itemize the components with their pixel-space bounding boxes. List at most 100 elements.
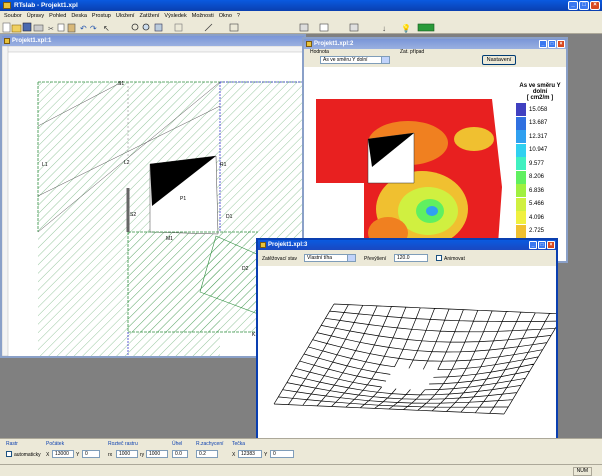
hodnota-select[interactable]: As ve směru Y dolní (320, 56, 390, 64)
open-folder-icon[interactable] (11, 24, 22, 33)
legend-item: 9.577 (516, 157, 547, 171)
redo-icon[interactable]: ↷ (90, 24, 97, 33)
label-l2[interactable]: L2 (124, 160, 130, 166)
label-s1[interactable]: S1 (118, 81, 124, 87)
rozestup-y-input[interactable]: 1000 (146, 450, 168, 458)
menu-moznosti[interactable]: Možnosti (192, 13, 214, 19)
settings-button[interactable]: Nastavení (482, 55, 516, 65)
legend-item: 6.836 (516, 184, 547, 198)
rozestup-label: Rozteč rastru (108, 441, 138, 447)
label-r1[interactable]: R1 (220, 162, 227, 168)
zachyceni-input[interactable]: 0.2 (196, 450, 218, 458)
exag-input[interactable]: 120.0 (394, 254, 428, 262)
menu-soubor[interactable]: Soubor (4, 13, 22, 19)
select-icon[interactable]: ↖ (103, 24, 110, 33)
tecka-y-input[interactable]: 0 (270, 450, 294, 458)
legend-item: 15.058 (516, 103, 547, 117)
label-l1[interactable]: L1 (42, 162, 48, 168)
drawing-window-title: Projekt1.xpl:1 (2, 36, 304, 46)
drawing-window-title-text: Projekt1.xpl:1 (12, 38, 52, 44)
pan-icon[interactable] (154, 23, 163, 32)
deformation-window-title-text: Projekt1.xpl:3 (268, 242, 308, 248)
min-button[interactable]: _ (529, 241, 537, 249)
label-d1[interactable]: D1 (226, 214, 233, 220)
menu-vysledek[interactable]: Výsledek (164, 13, 186, 19)
label-p1[interactable]: P1 (180, 196, 186, 202)
zat-label: Zat. případ (400, 49, 425, 55)
auto-checkbox[interactable] (6, 451, 12, 457)
rect-icon[interactable] (229, 23, 239, 32)
close-button[interactable]: × (590, 1, 600, 10)
rozestup-x-input[interactable]: 1000 (116, 450, 138, 458)
pocatek-label: Počátek (46, 441, 65, 447)
legend-item: 10.947 (516, 143, 548, 158)
menu-zatizeni[interactable]: Zatížení (140, 13, 160, 19)
mesh-lines (273, 303, 556, 415)
uhel-input[interactable]: 0.0 (172, 450, 188, 458)
state-select[interactable]: Vlastní tíha (304, 254, 356, 262)
undo-icon[interactable]: ↶ (80, 24, 87, 33)
state-label: Zatěžovací stav (262, 256, 298, 262)
tecka-x-input[interactable]: 12383 (238, 450, 262, 458)
legend-swatch (516, 130, 526, 144)
label-m1[interactable]: M1 (166, 236, 173, 242)
legend-swatch (516, 103, 526, 117)
menu-help[interactable]: ? (237, 13, 240, 19)
legend-value: 2.725 (529, 228, 545, 235)
max-button[interactable]: □ (538, 241, 546, 249)
menu-pohled[interactable]: Pohled (49, 13, 66, 19)
svg-text:↖: ↖ (103, 24, 110, 33)
zoom-in-icon[interactable] (142, 23, 150, 31)
line-icon[interactable] (204, 23, 213, 32)
svg-text:↓: ↓ (382, 24, 386, 33)
hint-icon[interactable]: 💡 (401, 23, 411, 33)
support-icon[interactable] (349, 23, 359, 32)
deformation-window[interactable]: Projekt1.xpl:3 _ □ × Zatěžovací stav Vla… (256, 238, 558, 442)
min-button[interactable]: _ (539, 40, 547, 48)
minimize-button[interactable]: _ (568, 1, 578, 10)
copy-icon[interactable] (57, 23, 65, 32)
max-button[interactable]: □ (548, 40, 556, 48)
run-calc-icon[interactable] (417, 23, 435, 32)
maximize-button[interactable]: □ (579, 1, 589, 10)
cut-icon[interactable]: ✂ (48, 26, 54, 33)
zoom-icon[interactable] (131, 23, 139, 31)
window-icon (306, 41, 312, 47)
slab-region-right[interactable] (220, 82, 304, 246)
legend-value: 9.577 (529, 160, 545, 167)
label-d2[interactable]: D2 (242, 266, 249, 272)
contour-band (426, 206, 438, 216)
menu-prostup[interactable]: Prostup (92, 13, 111, 19)
legend-swatch (516, 197, 526, 211)
rozestup-x-label: rx (108, 452, 113, 458)
legend-title-line1: As ve směru Y dolní (519, 83, 561, 95)
legend-value: 10.947 (529, 147, 548, 154)
save-icon[interactable] (22, 22, 32, 32)
slab-icon[interactable] (299, 23, 309, 32)
label-s2[interactable]: S2 (130, 212, 136, 218)
grid-icon[interactable] (174, 23, 183, 32)
pocatek-y-input[interactable]: 0 (82, 450, 100, 458)
animate-checkbox[interactable] (436, 255, 442, 261)
menu-deska[interactable]: Deska (71, 13, 87, 19)
menu-ulozeni[interactable]: Uložení (116, 13, 135, 19)
svg-text:✂: ✂ (48, 26, 54, 33)
opening-icon[interactable] (319, 23, 329, 32)
legend-swatch (516, 157, 526, 171)
uhel-label: Úhel (172, 441, 183, 447)
window-icon (260, 242, 266, 248)
load-icon[interactable]: ↓ (382, 24, 386, 33)
close-button[interactable]: × (547, 241, 555, 249)
ruler-top (2, 46, 304, 53)
hodnota-label: Hodnota (310, 49, 329, 55)
menu-okno[interactable]: Okno (219, 13, 232, 19)
toolbar: ✂ ↶ ↷ ↖ ↓ 💡 (0, 21, 602, 34)
new-file-icon[interactable] (2, 22, 11, 33)
menu-upravy[interactable]: Úpravy (27, 13, 44, 19)
legend-swatch (516, 116, 526, 130)
print-icon[interactable] (33, 24, 44, 32)
results-window[interactable]: Projekt1.xpl:2 _ □ × Hodnota As ve směru… (302, 37, 568, 265)
close-button[interactable]: × (557, 40, 565, 48)
pocatek-x-input[interactable]: 13000 (52, 450, 74, 458)
paste-icon[interactable] (67, 23, 76, 33)
